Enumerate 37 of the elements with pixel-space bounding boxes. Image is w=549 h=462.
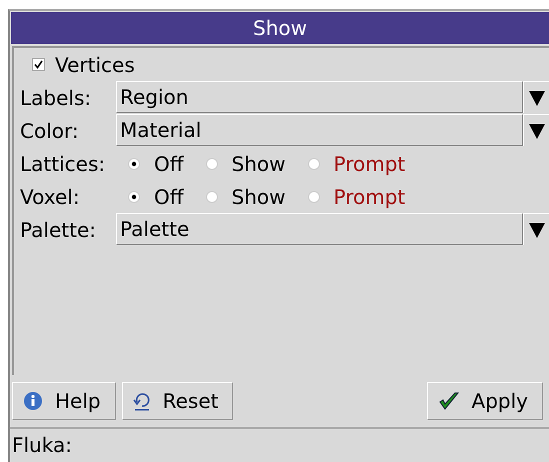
dropdown-button[interactable] xyxy=(523,213,549,245)
radio-button[interactable] xyxy=(206,158,218,170)
radio-button[interactable] xyxy=(128,158,140,170)
dropdown-arrow-icon xyxy=(528,122,546,140)
reset-button[interactable]: Reset xyxy=(122,382,234,420)
undo-icon xyxy=(132,391,151,411)
radio-label: Prompt xyxy=(334,152,406,176)
radio-label: Off xyxy=(154,152,184,176)
dropdown-field[interactable]: Material xyxy=(116,114,523,146)
radio-button[interactable] xyxy=(128,190,140,202)
checkmark-icon xyxy=(34,60,43,69)
window-title: Show xyxy=(11,12,549,44)
info-icon xyxy=(23,391,43,411)
help-button[interactable]: Help xyxy=(12,382,116,420)
radio-label: Prompt xyxy=(334,184,406,208)
radio-button[interactable] xyxy=(206,190,218,202)
radio-button[interactable] xyxy=(308,190,320,202)
radio-button[interactable] xyxy=(308,158,320,170)
apply-button[interactable]: Apply xyxy=(426,382,543,420)
radio-label: Show xyxy=(232,152,286,176)
field-label: Labels: xyxy=(20,86,92,110)
checkbox[interactable] xyxy=(32,58,45,71)
field-label: Voxel: xyxy=(20,184,81,208)
checkbox-label: Vertices xyxy=(55,52,135,76)
field-label: Lattices: xyxy=(20,152,106,176)
field-label: Palette: xyxy=(20,218,98,242)
dropdown-arrow-icon xyxy=(528,220,546,238)
dropdown-button[interactable] xyxy=(523,114,549,146)
dropdown-field[interactable]: Palette xyxy=(116,213,523,245)
radio-label: Off xyxy=(154,184,184,208)
radio-label: Show xyxy=(232,184,286,208)
dropdown-button[interactable] xyxy=(523,81,549,113)
dropdown-arrow-icon xyxy=(528,88,546,106)
field-label: Color: xyxy=(20,118,80,142)
checkmark-icon xyxy=(438,391,460,411)
dropdown-field[interactable]: Region xyxy=(116,81,523,113)
status-text: Fluka: xyxy=(12,433,72,457)
